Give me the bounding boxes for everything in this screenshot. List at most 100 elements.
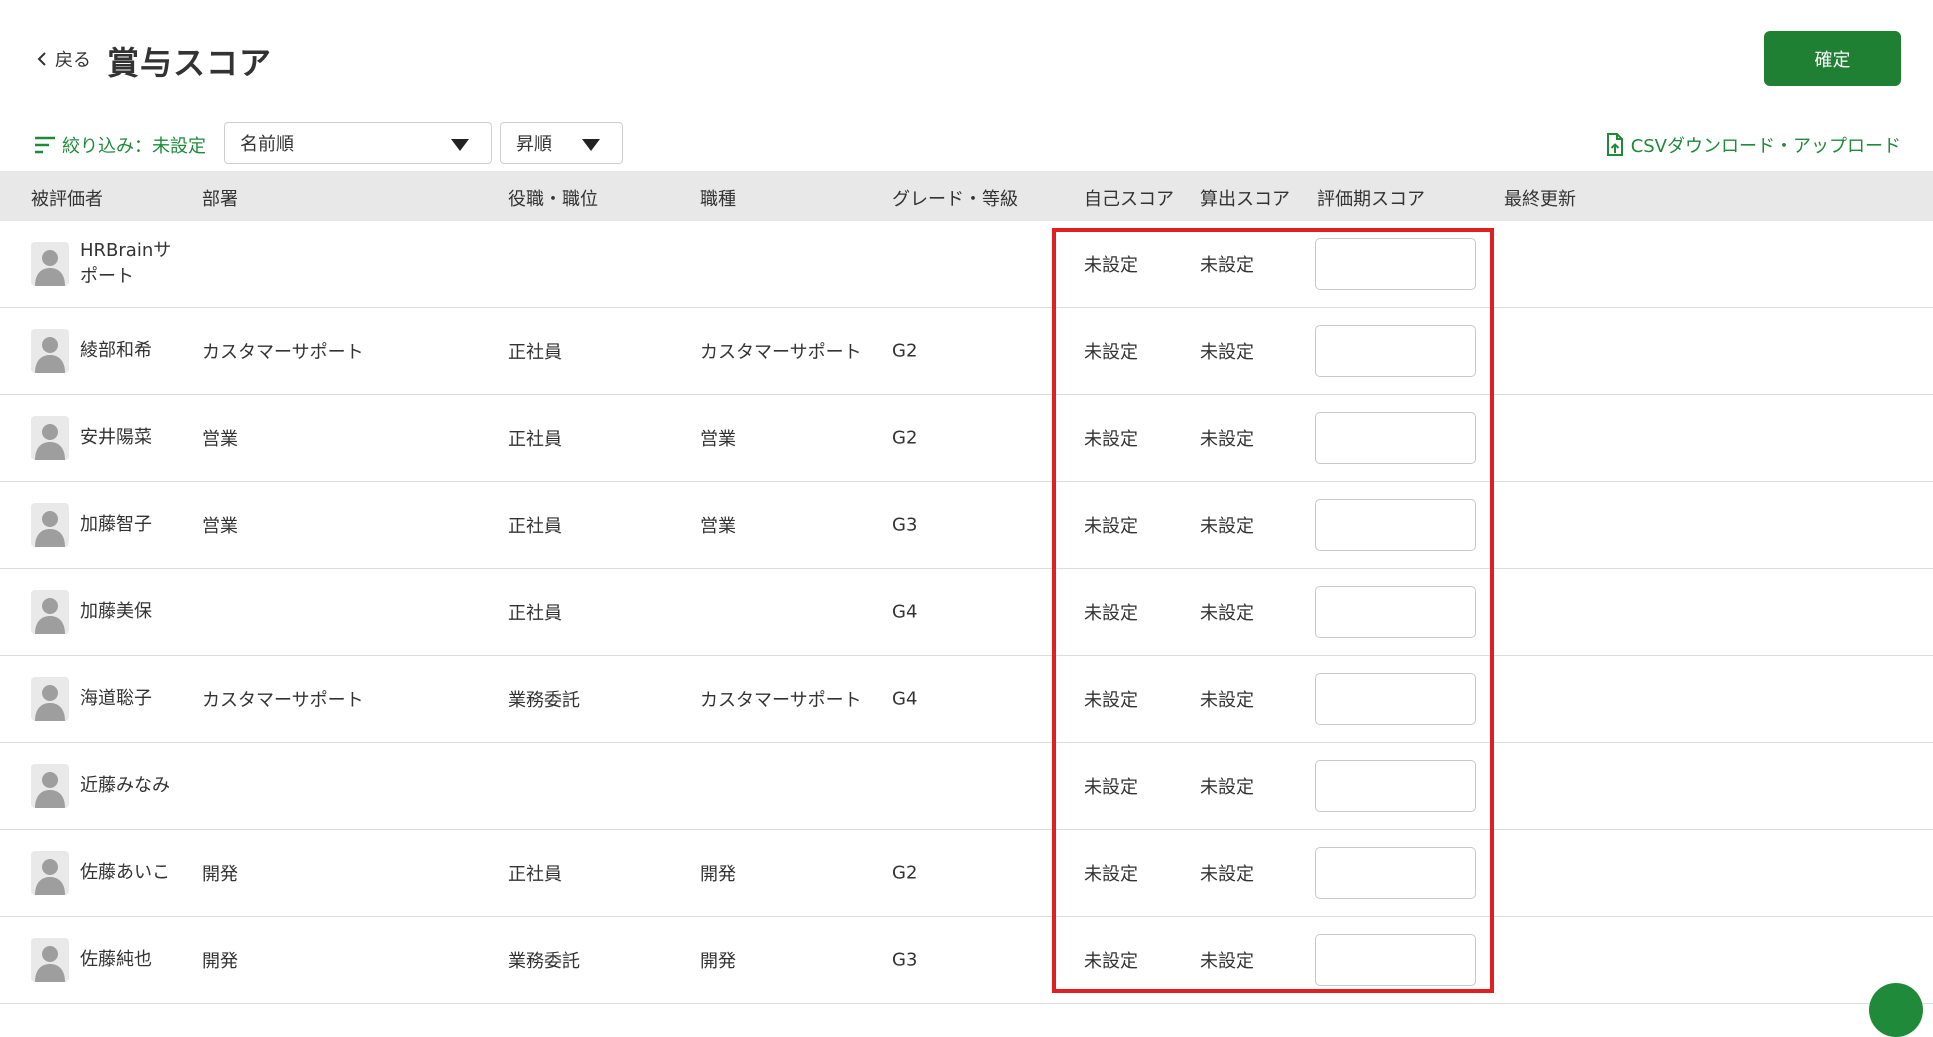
order-select[interactable]: 昇順 (500, 122, 623, 164)
page-header: 戻る 賞与スコア 確定 (0, 0, 1933, 120)
avatar (31, 416, 69, 460)
department-cell: カスタマーサポート (202, 690, 364, 711)
grade-cell: G2 (892, 427, 918, 449)
column-header-last-updated[interactable]: 最終更新 (1504, 185, 1576, 211)
column-header-department[interactable]: 部署 (202, 185, 238, 211)
position-cell: 正社員 (508, 429, 562, 450)
person-icon (35, 859, 65, 895)
filter-button[interactable]: 絞り込み：未設定 (34, 132, 206, 158)
confirm-button[interactable]: 確定 (1764, 31, 1901, 86)
self-score-cell: 未設定 (1084, 603, 1138, 624)
calculated-score-cell: 未設定 (1200, 342, 1254, 363)
caret-down-icon (582, 139, 600, 151)
back-link[interactable]: 戻る (35, 46, 91, 72)
evaluatee-name[interactable]: 海道聡子 (80, 686, 180, 712)
self-score-cell: 未設定 (1084, 255, 1138, 276)
self-score-cell: 未設定 (1084, 777, 1138, 798)
column-header-evaluatee[interactable]: 被評価者 (31, 185, 103, 211)
table-row: 綾部和希 カスタマーサポート 正社員 カスタマーサポート G2 未設定 未設定 (0, 308, 1933, 395)
avatar (31, 590, 69, 634)
table-header: 被評価者 部署 役職・職位 職種 グレード・等級 自己スコア 算出スコア 評価期… (0, 171, 1933, 221)
evaluatee-name[interactable]: 佐藤あいこ (80, 860, 180, 886)
period-score-input[interactable] (1315, 847, 1476, 899)
period-score-input[interactable] (1315, 760, 1476, 812)
calculated-score-cell: 未設定 (1200, 603, 1254, 624)
position-cell: 業務委託 (508, 951, 580, 972)
table-row: 佐藤純也 開発 業務委託 開発 G3 未設定 未設定 (0, 917, 1933, 1004)
department-cell: 開発 (202, 864, 238, 885)
evaluatee-name[interactable]: 佐藤純也 (80, 947, 180, 973)
person-icon (35, 772, 65, 808)
period-score-input[interactable] (1315, 325, 1476, 377)
evaluatee-name[interactable]: 綾部和希 (80, 338, 180, 364)
period-score-input[interactable] (1315, 499, 1476, 551)
file-upload-icon (1606, 133, 1623, 156)
avatar (31, 503, 69, 547)
column-header-self-score[interactable]: 自己スコア (1084, 185, 1174, 211)
calculated-score-cell: 未設定 (1200, 864, 1254, 885)
period-score-input[interactable] (1315, 934, 1476, 986)
job-type-cell: 開発 (700, 864, 736, 885)
job-type-cell: 営業 (700, 516, 736, 537)
period-score-input[interactable] (1315, 412, 1476, 464)
avatar (31, 938, 69, 982)
avatar (31, 764, 69, 808)
grade-cell: G3 (892, 514, 918, 536)
calculated-score-cell: 未設定 (1200, 516, 1254, 537)
chevron-left-icon (37, 52, 46, 66)
calculated-score-cell: 未設定 (1200, 255, 1254, 276)
job-type-cell: カスタマーサポート (700, 342, 862, 363)
filter-icon (35, 136, 55, 154)
calculated-score-cell: 未設定 (1200, 690, 1254, 711)
job-type-cell: 営業 (700, 429, 736, 450)
back-label: 戻る (55, 50, 91, 71)
table-body: HRBrainサポート 未設定 未設定 綾部和希 カスタマーサポート 正社員 カ… (0, 221, 1933, 1004)
department-cell: 営業 (202, 429, 238, 450)
period-score-input[interactable] (1315, 586, 1476, 638)
column-header-position[interactable]: 役職・職位 (508, 185, 598, 211)
help-button[interactable] (1869, 983, 1923, 1037)
column-header-period-score[interactable]: 評価期スコア (1317, 185, 1425, 211)
filter-label: 絞り込み：未設定 (62, 136, 206, 157)
self-score-cell: 未設定 (1084, 429, 1138, 450)
sort-select[interactable]: 名前順 (224, 122, 492, 164)
evaluatee-name[interactable]: 安井陽菜 (80, 425, 180, 451)
avatar (31, 851, 69, 895)
column-header-job-type[interactable]: 職種 (700, 185, 736, 211)
calculated-score-cell: 未設定 (1200, 429, 1254, 450)
self-score-cell: 未設定 (1084, 864, 1138, 885)
grade-cell: G2 (892, 340, 918, 362)
grade-cell: G3 (892, 949, 918, 971)
table-row: 加藤美保 正社員 G4 未設定 未設定 (0, 569, 1933, 656)
grade-cell: G4 (892, 601, 918, 623)
table-row: 加藤智子 営業 正社員 営業 G3 未設定 未設定 (0, 482, 1933, 569)
self-score-cell: 未設定 (1084, 690, 1138, 711)
evaluatee-name[interactable]: 近藤みなみ (80, 773, 180, 799)
column-header-grade[interactable]: グレード・等級 (892, 185, 1018, 211)
period-score-input[interactable] (1315, 238, 1476, 290)
self-score-cell: 未設定 (1084, 342, 1138, 363)
page-title: 賞与スコア (107, 44, 273, 82)
grade-cell: G2 (892, 862, 918, 884)
csv-download-upload-link[interactable]: CSVダウンロード・アップロード (1605, 132, 1901, 158)
evaluatee-name[interactable]: HRBrainサポート (80, 238, 180, 290)
column-header-calculated-score[interactable]: 算出スコア (1200, 185, 1290, 211)
table-row: 佐藤あいこ 開発 正社員 開発 G2 未設定 未設定 (0, 830, 1933, 917)
caret-down-icon (451, 139, 469, 151)
evaluatee-name[interactable]: 加藤智子 (80, 512, 180, 538)
person-icon (35, 424, 65, 460)
position-cell: 正社員 (508, 603, 562, 624)
evaluatee-name[interactable]: 加藤美保 (80, 599, 180, 625)
calculated-score-cell: 未設定 (1200, 777, 1254, 798)
job-type-cell: 開発 (700, 951, 736, 972)
position-cell: 正社員 (508, 516, 562, 537)
calculated-score-cell: 未設定 (1200, 951, 1254, 972)
department-cell: 営業 (202, 516, 238, 537)
self-score-cell: 未設定 (1084, 951, 1138, 972)
period-score-input[interactable] (1315, 673, 1476, 725)
department-cell: 開発 (202, 951, 238, 972)
table-row: 安井陽菜 営業 正社員 営業 G2 未設定 未設定 (0, 395, 1933, 482)
table-row: 近藤みなみ 未設定 未設定 (0, 743, 1933, 830)
avatar (31, 329, 69, 373)
avatar (31, 242, 69, 286)
